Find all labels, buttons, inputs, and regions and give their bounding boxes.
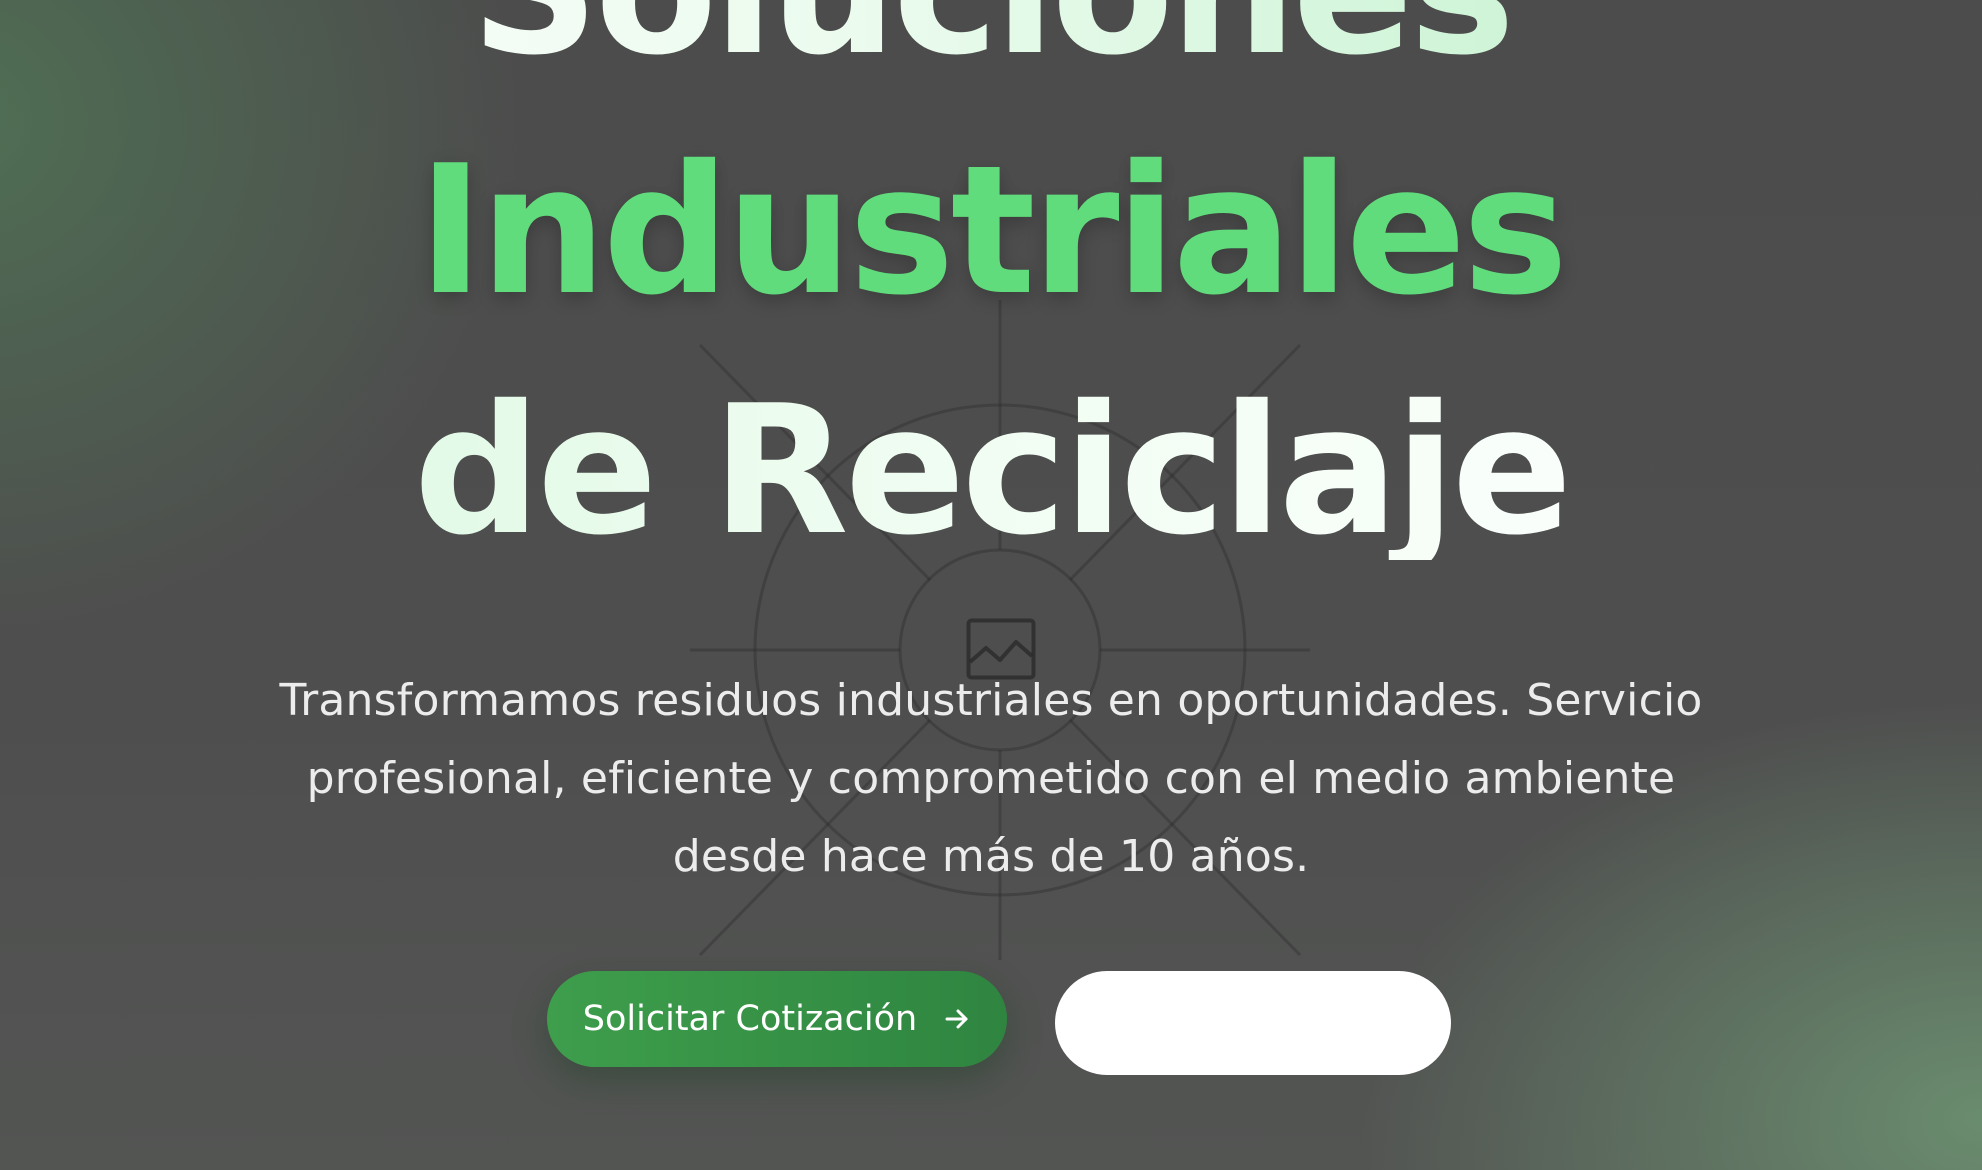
- secondary-cta-button[interactable]: [1055, 971, 1451, 1075]
- arrow-right-icon: [945, 1009, 968, 1029]
- request-quote-button-label: Solicitar Cotización: [582, 999, 918, 1039]
- headline-line-2: Industriales: [417, 127, 1569, 334]
- headline-line-1: Soluciones: [0, 0, 1982, 80]
- request-quote-button[interactable]: Solicitar Cotización: [547, 971, 1007, 1067]
- hero-section: Soluciones Industriales de Reciclaje Tra…: [0, 0, 1982, 1170]
- headline-line-3: de Reciclaje: [0, 382, 1982, 560]
- hero-subtitle: Transformamos residuos industriales en o…: [279, 675, 1703, 882]
